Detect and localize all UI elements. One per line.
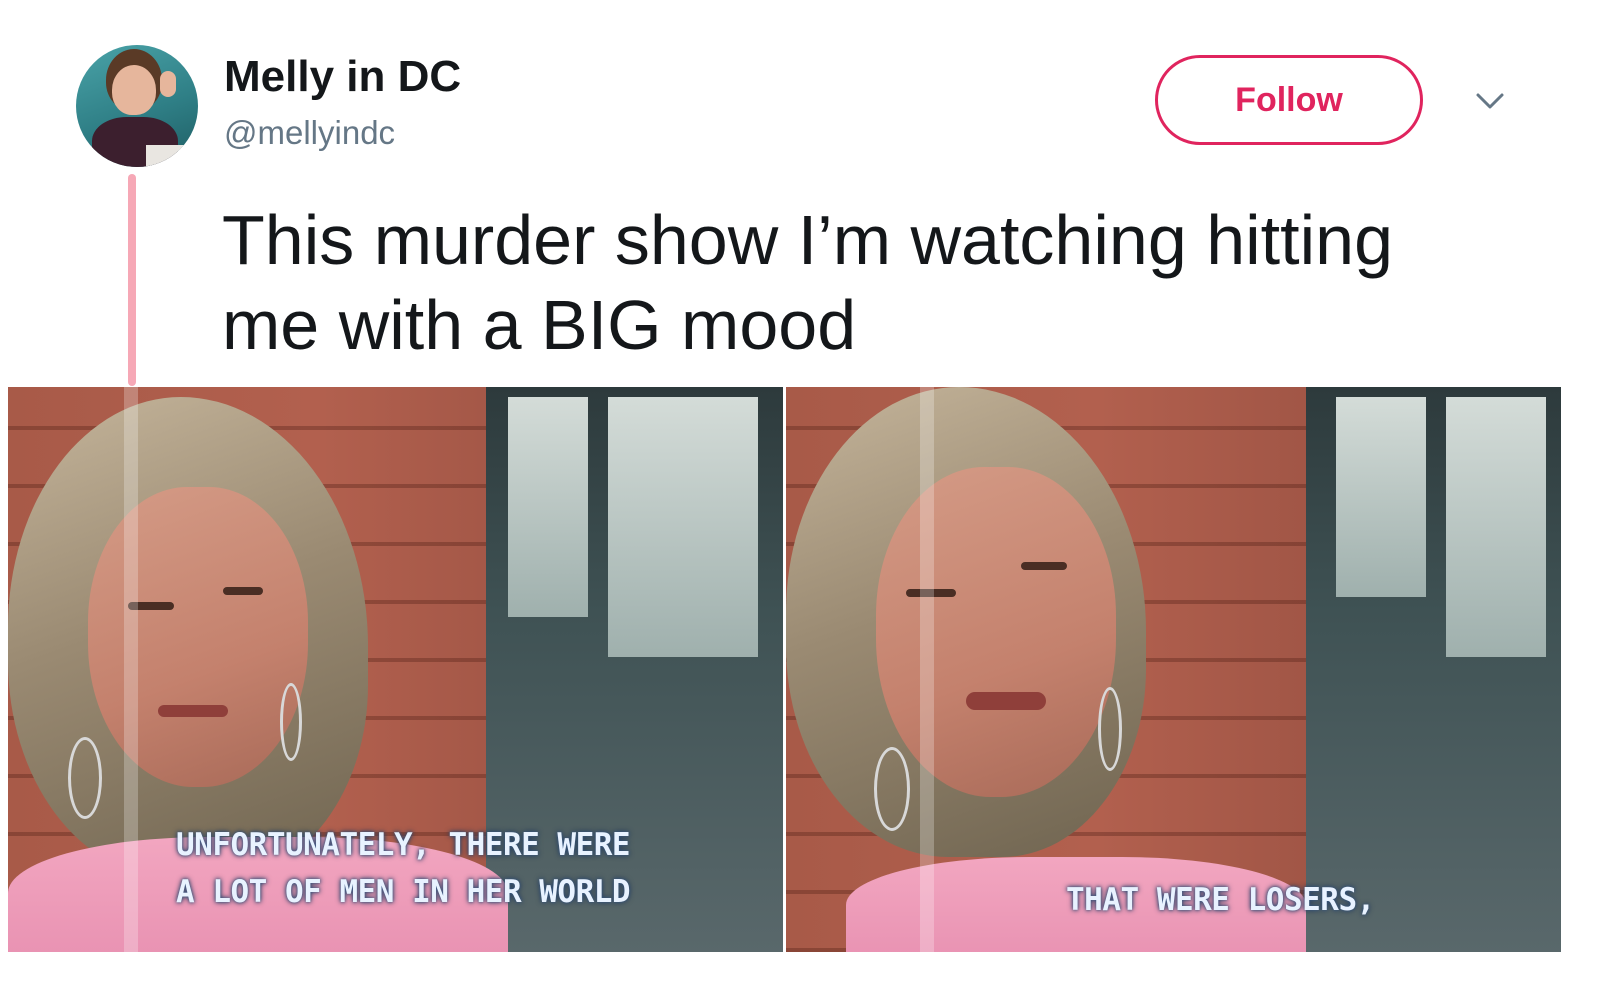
- earring: [280, 683, 302, 761]
- tweet-image-2[interactable]: THAT WERE LOSERS,: [786, 387, 1561, 952]
- avatar-head-shape: [112, 65, 156, 115]
- chevron-down-icon[interactable]: [1472, 88, 1508, 114]
- thread-line: [128, 174, 136, 386]
- earring: [1098, 687, 1122, 771]
- subtitle-line: A LOT OF MEN IN HER WORLD: [176, 874, 631, 910]
- avatar-hand-shape: [160, 71, 176, 97]
- screen-glare: [920, 387, 934, 952]
- avatar[interactable]: [76, 45, 198, 167]
- subtitle-line: THAT WERE LOSERS,: [1066, 882, 1375, 918]
- person-mouth: [158, 705, 228, 717]
- background-window: [608, 397, 758, 657]
- background-window: [1446, 397, 1546, 657]
- user-handle[interactable]: @mellyindc: [224, 114, 395, 152]
- avatar-table-shape: [146, 145, 198, 167]
- follow-button[interactable]: Follow: [1155, 55, 1423, 145]
- earring: [68, 737, 102, 819]
- tweet-image-1[interactable]: UNFORTUNATELY, THERE WERE A LOT OF MEN I…: [8, 387, 783, 952]
- background-window: [508, 397, 588, 617]
- person-face: [88, 487, 308, 787]
- background-window: [1336, 397, 1426, 597]
- person-mouth: [966, 692, 1046, 710]
- person-eye: [223, 587, 263, 595]
- person-eye: [1021, 562, 1067, 570]
- person-face: [876, 467, 1116, 797]
- screen-glare: [124, 387, 138, 952]
- subtitle-line: UNFORTUNATELY, THERE WERE: [176, 827, 631, 863]
- tweet-text: This murder show I’m watching hitting me…: [222, 201, 1393, 364]
- display-name[interactable]: Melly in DC: [224, 52, 461, 102]
- earring: [874, 747, 910, 831]
